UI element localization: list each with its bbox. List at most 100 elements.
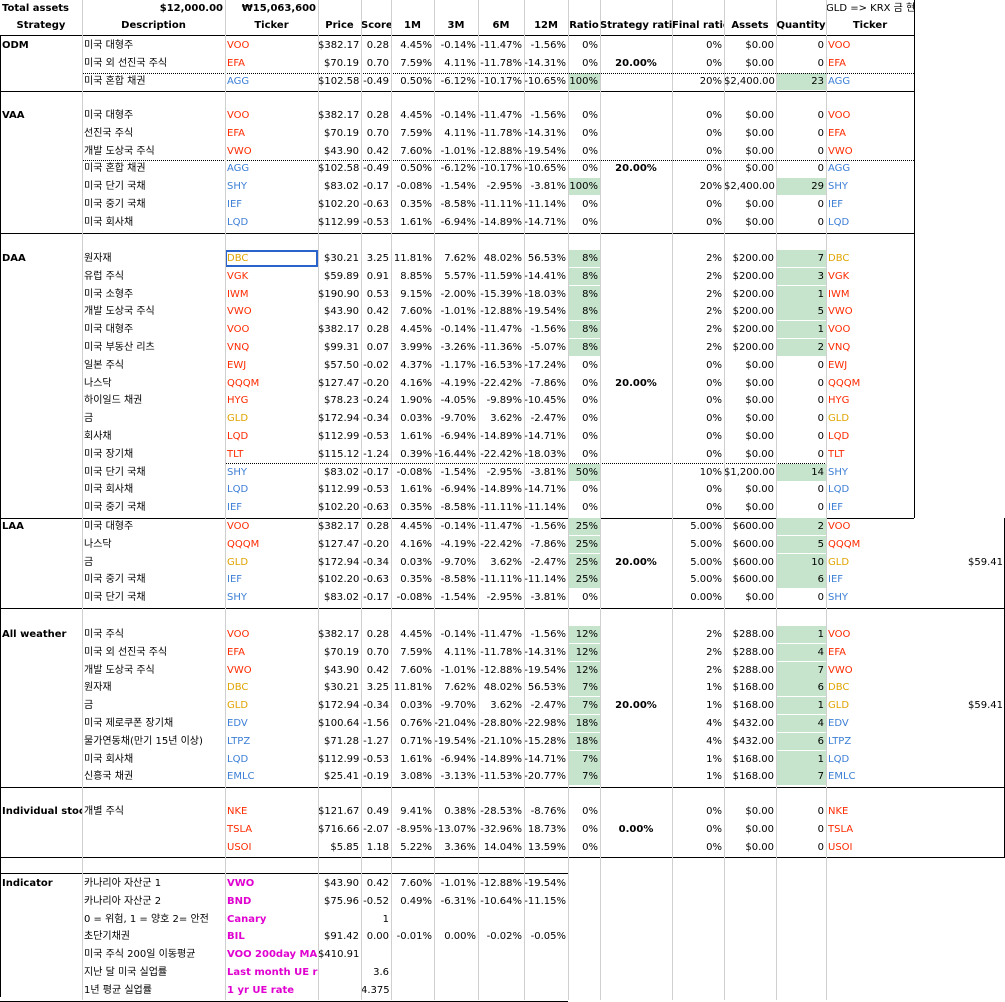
cell-assets[interactable]: $0.00 (724, 375, 776, 392)
cell-ratio[interactable]: 0% (568, 446, 600, 463)
cell-m3[interactable]: -19.54% (434, 733, 478, 750)
cell-ticker2[interactable]: TSLA (826, 821, 914, 838)
cell-fratio[interactable]: 5.00% (672, 554, 724, 571)
cell-price[interactable]: $43.90 (318, 303, 361, 320)
cell-score[interactable]: -0.53 (361, 751, 391, 768)
cell-ticker[interactable]: USOI (225, 839, 318, 856)
cell-m3[interactable]: -1.17% (434, 357, 478, 374)
cell-desc[interactable]: 미국 외 선진국 주식 (82, 644, 225, 661)
cell-m3[interactable]: 3.36% (434, 839, 478, 856)
cell-m1[interactable]: 0.50% (391, 73, 434, 90)
cell-fratio[interactable]: 0% (672, 375, 724, 392)
cell-score[interactable]: 0.28 (361, 107, 391, 124)
cell-m12[interactable]: -18.03% (524, 286, 568, 303)
cell-m1[interactable]: 4.45% (391, 626, 434, 643)
cell-ticker[interactable]: IEF (225, 196, 318, 213)
cell-m6[interactable]: -11.59% (478, 268, 524, 285)
cell-ticker[interactable]: EMLC (225, 768, 318, 785)
cell-ratio[interactable]: 0% (568, 499, 600, 516)
cell-m12[interactable]: -1.56% (524, 107, 568, 124)
indicator-cell-m12[interactable]: -11.15% (524, 893, 568, 910)
cell-m12[interactable]: -2.47% (524, 410, 568, 427)
cell-m3[interactable]: 4.11% (434, 644, 478, 661)
cell-assets[interactable]: $0.00 (724, 55, 776, 72)
cell-m12[interactable]: -3.81% (524, 178, 568, 195)
cell-fratio[interactable]: 0% (672, 55, 724, 72)
cell-qty[interactable]: 5 (776, 303, 826, 321)
cell-ticker2[interactable]: VGK (826, 268, 914, 285)
cell-m6[interactable]: 3.62% (478, 697, 524, 714)
indicator-cell-desc[interactable]: 미국 주식 200일 이동평균 (82, 946, 225, 963)
cell-m3[interactable]: -0.14% (434, 518, 478, 535)
cell-price[interactable]: $70.19 (318, 55, 361, 72)
cell-desc[interactable]: 미국 단기 국채 (82, 589, 225, 606)
cell-m1[interactable]: -0.08% (391, 178, 434, 195)
cell-assets[interactable]: $0.00 (724, 196, 776, 213)
cell-price[interactable]: $112.99 (318, 481, 361, 498)
indicator-cell-ticker[interactable]: VWO (225, 875, 318, 892)
cell-qty[interactable]: 0 (776, 392, 826, 409)
side-value[interactable]: $59.41 (914, 697, 1005, 714)
cell-ticker[interactable]: IWM (225, 286, 318, 303)
cell-m6[interactable]: 3.62% (478, 554, 524, 571)
cell-m12[interactable]: -3.81% (524, 464, 568, 481)
note-gld-krx[interactable]: GLD => KRX 금 현물 (826, 0, 914, 17)
cell-m1[interactable]: 1.61% (391, 751, 434, 768)
cell-fratio[interactable]: 0% (672, 410, 724, 427)
cell-m12[interactable]: -1.56% (524, 518, 568, 535)
column-header-ticker2[interactable]: Ticker (826, 17, 914, 34)
cell-qty[interactable]: 0 (776, 839, 826, 856)
cell-m12[interactable]: -1.56% (524, 321, 568, 338)
cell-assets[interactable]: $0.00 (724, 821, 776, 838)
indicator-cell-desc[interactable]: 초단기채권 (82, 928, 225, 945)
cell-m12[interactable]: -7.86% (524, 375, 568, 392)
cell-m6[interactable]: -11.47% (478, 37, 524, 54)
cell-m6[interactable]: -12.88% (478, 143, 524, 160)
cell-ratio[interactable]: 18% (568, 732, 600, 750)
cell-m6[interactable]: -11.47% (478, 321, 524, 338)
cell-price[interactable]: $382.17 (318, 321, 361, 338)
cell-m12[interactable]: -17.24% (524, 357, 568, 374)
cell-ticker2[interactable]: VNQ (826, 339, 914, 356)
indicator-cell-ticker[interactable]: BIL (225, 928, 318, 945)
cell-m12[interactable]: -15.28% (524, 733, 568, 750)
cell-desc[interactable]: 미국 대형주 (82, 518, 225, 535)
strategy-ratio[interactable]: 20.00% (600, 554, 672, 571)
cell-m3[interactable]: -4.19% (434, 536, 478, 553)
cell-ticker[interactable]: TLT (225, 446, 318, 463)
cell-price[interactable]: $127.47 (318, 375, 361, 392)
cell-ticker2[interactable]: LQD (826, 481, 914, 498)
cell-ticker[interactable]: AGG (225, 160, 318, 177)
cell-assets[interactable]: $600.00 (724, 554, 776, 571)
cell-ticker[interactable]: SHY (225, 589, 318, 606)
cell-ticker2[interactable]: HYG (826, 392, 914, 409)
cell-m6[interactable]: -14.89% (478, 751, 524, 768)
cell-ticker2[interactable]: SHY (826, 589, 914, 606)
cell-m6[interactable]: -16.53% (478, 357, 524, 374)
cell-ratio[interactable]: 8% (568, 321, 600, 339)
cell-fratio[interactable]: 2% (672, 303, 724, 320)
strategy-ratio[interactable]: 20.00% (600, 375, 672, 392)
cell-score[interactable]: -0.53 (361, 481, 391, 498)
indicator-cell-desc[interactable]: 0 = 위험, 1 = 양호 2= 안전 (82, 911, 225, 928)
cell-qty[interactable]: 0 (776, 446, 826, 463)
cell-m1[interactable]: 9.41% (391, 803, 434, 820)
cell-fratio[interactable]: 0% (672, 357, 724, 374)
cell-ticker2[interactable]: SHY (826, 464, 914, 481)
cell-ticker2[interactable]: DBC (826, 679, 914, 696)
cell-m1[interactable]: 3.99% (391, 339, 434, 356)
cell-score[interactable]: 0.70 (361, 644, 391, 661)
cell-ticker[interactable]: DBC (225, 679, 318, 696)
cell-price[interactable]: $382.17 (318, 518, 361, 535)
cell-m1[interactable]: 0.76% (391, 715, 434, 732)
cell-m6[interactable]: 48.02% (478, 250, 524, 267)
column-header-ticker[interactable]: Ticker (225, 17, 318, 34)
cell-assets[interactable]: $168.00 (724, 679, 776, 696)
cell-m1[interactable]: 0.03% (391, 697, 434, 714)
cell-ticker2[interactable]: AGG (826, 160, 914, 177)
cell-ratio[interactable]: 0% (568, 428, 600, 445)
cell-m3[interactable]: 7.62% (434, 679, 478, 696)
cell-fratio[interactable]: 1% (672, 679, 724, 696)
side-value[interactable]: $59.41 (914, 554, 1005, 571)
cell-desc[interactable]: 미국 단기 국채 (82, 464, 225, 481)
